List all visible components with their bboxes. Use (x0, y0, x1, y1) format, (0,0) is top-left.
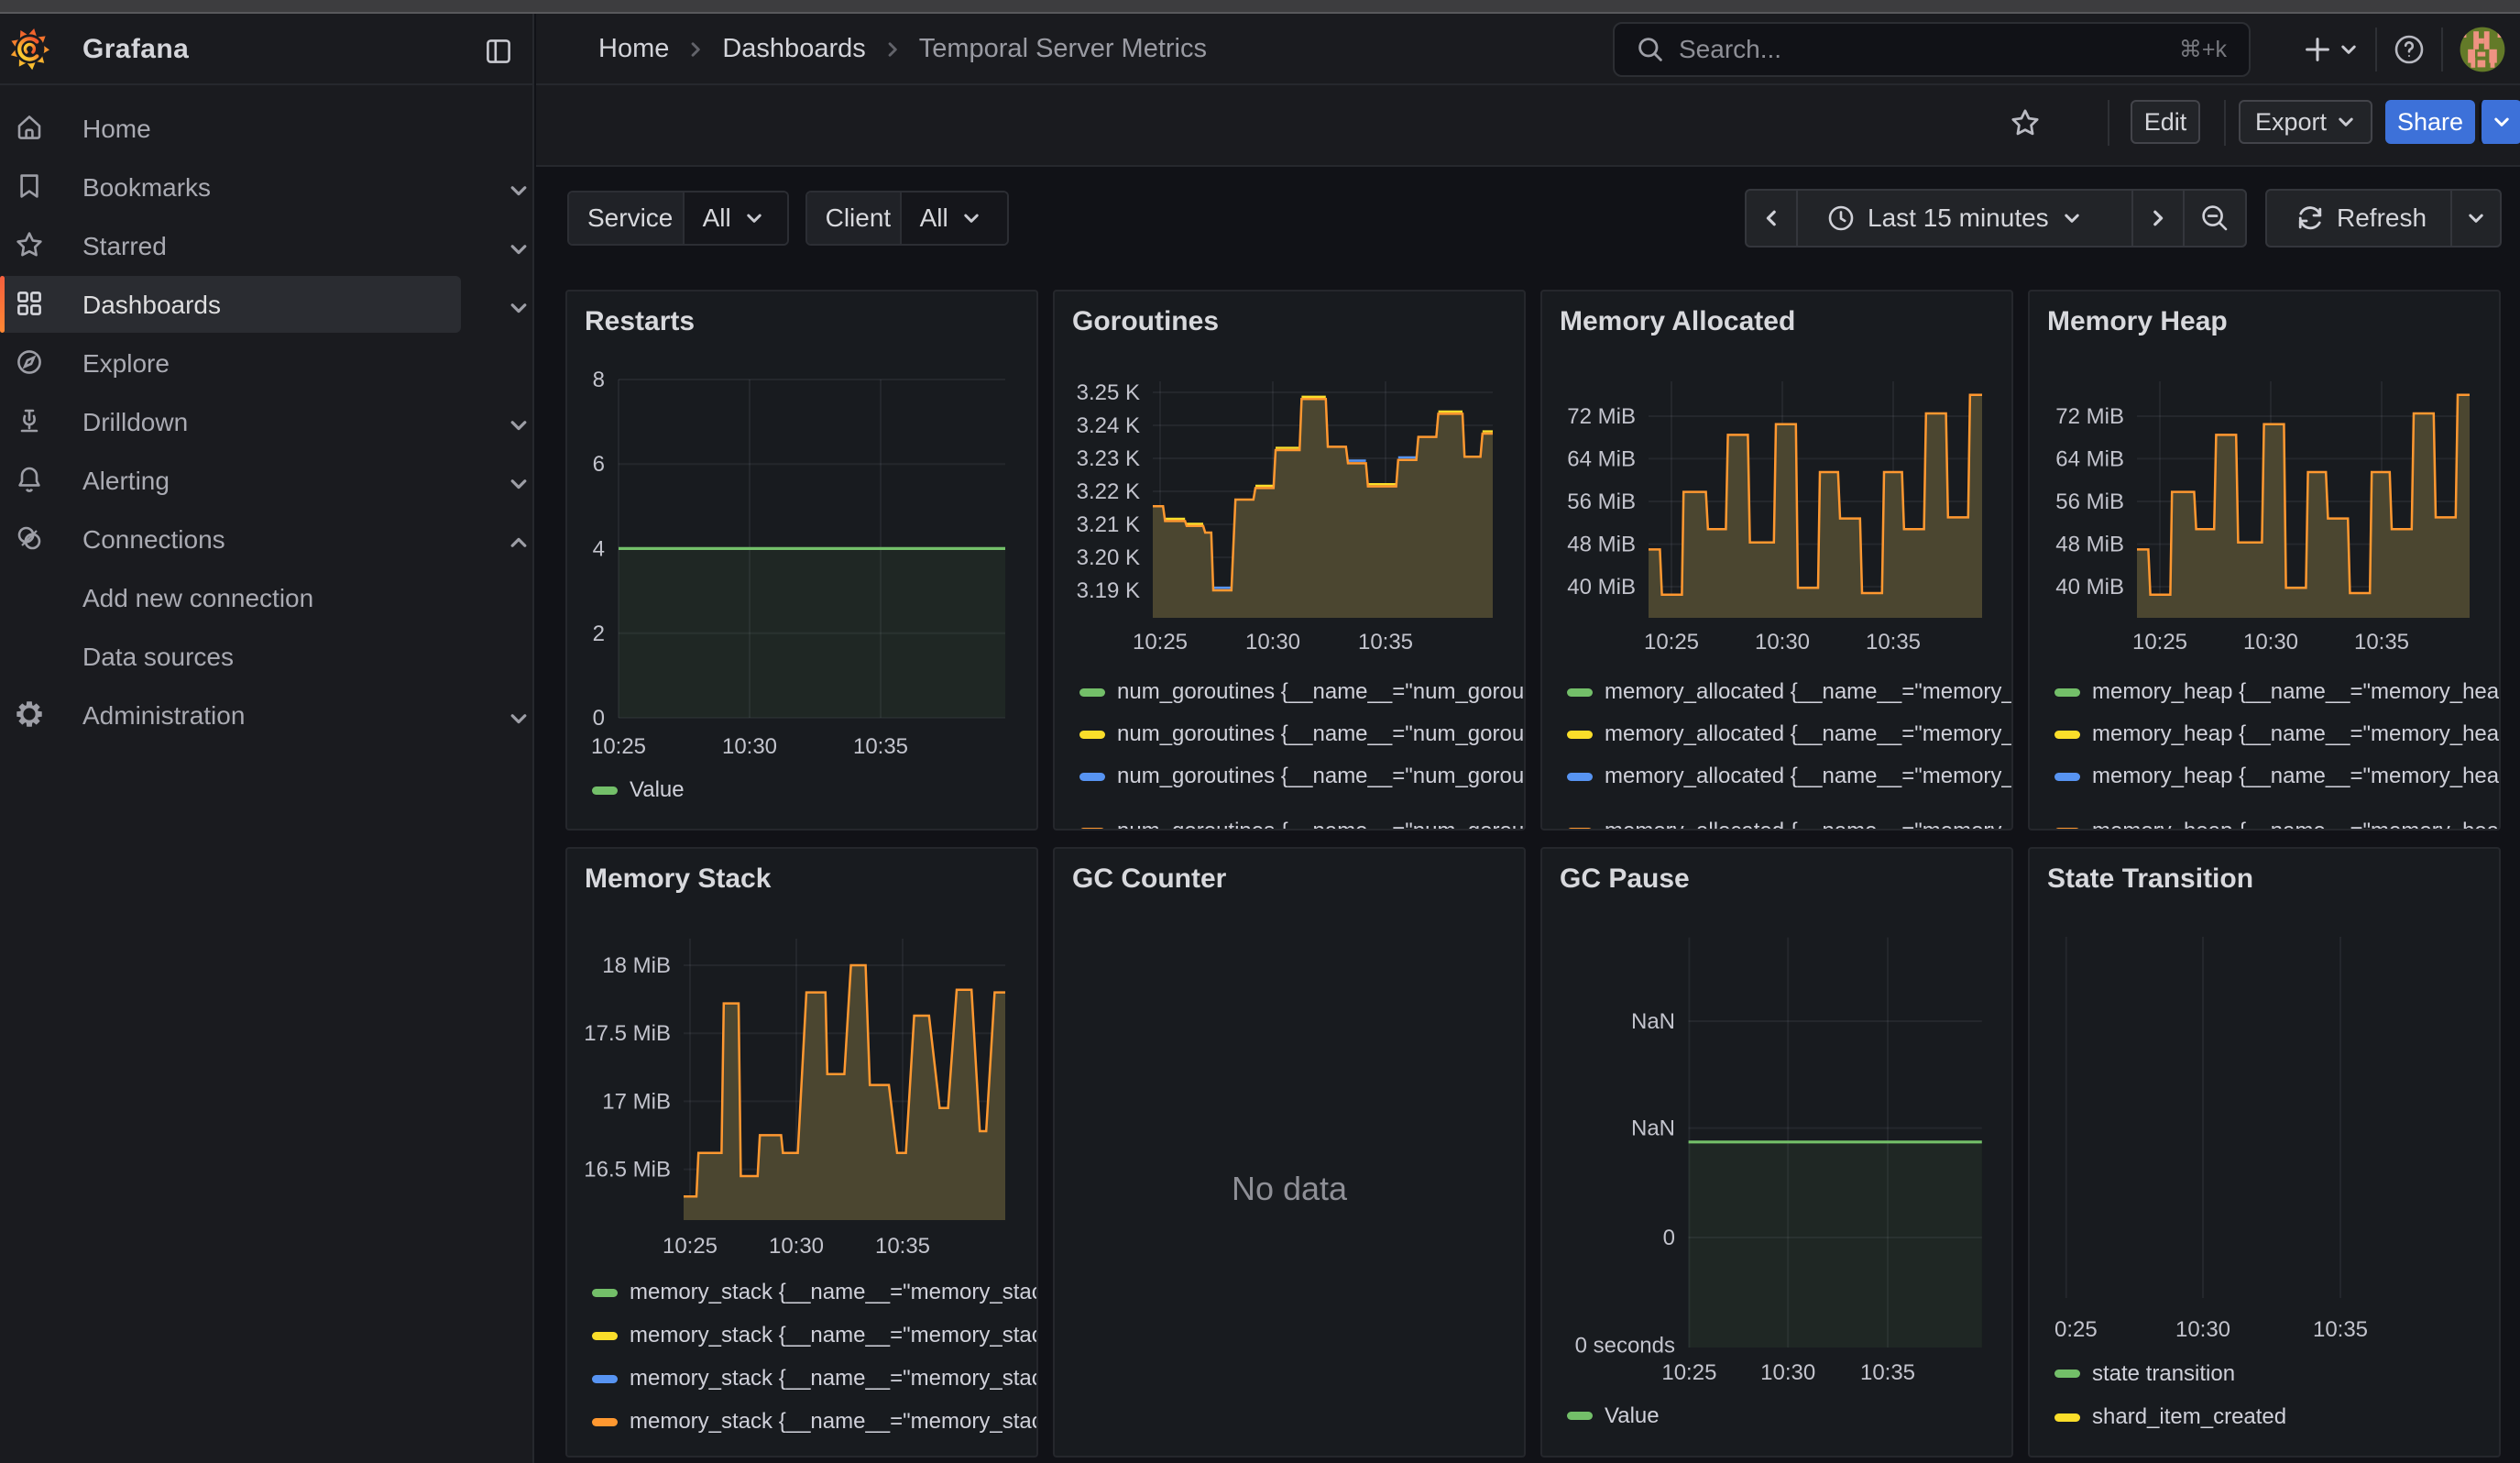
svg-text:3.25 K: 3.25 K (1077, 380, 1140, 405)
svg-text:10:30: 10:30 (1760, 1360, 1815, 1385)
svg-text:56 MiB: 56 MiB (1567, 490, 1636, 514)
svg-text:3.22 K: 3.22 K (1077, 479, 1140, 504)
svg-text:10:35: 10:35 (1860, 1360, 1915, 1385)
svg-text:56 MiB: 56 MiB (2055, 490, 2124, 514)
svg-text:16.5 MiB: 16.5 MiB (584, 1158, 671, 1182)
svg-text:10:35: 10:35 (2354, 630, 2409, 654)
svg-text:64 MiB: 64 MiB (1567, 446, 1636, 471)
svg-text:3.24 K: 3.24 K (1077, 413, 1140, 438)
svg-text:10:35: 10:35 (853, 734, 908, 759)
svg-text:10:35: 10:35 (2313, 1317, 2368, 1342)
svg-text:48 MiB: 48 MiB (1567, 533, 1636, 557)
svg-text:6: 6 (593, 452, 605, 477)
svg-text:3.21 K: 3.21 K (1077, 512, 1140, 537)
svg-text:10:35: 10:35 (875, 1234, 930, 1259)
svg-text:17.5 MiB: 17.5 MiB (584, 1021, 671, 1046)
svg-text:0:25: 0:25 (2054, 1317, 2098, 1342)
svg-text:0 seconds: 0 seconds (1575, 1334, 1675, 1358)
svg-text:8: 8 (593, 368, 605, 392)
svg-text:0: 0 (1663, 1226, 1675, 1250)
svg-text:48 MiB: 48 MiB (2055, 533, 2124, 557)
svg-text:40 MiB: 40 MiB (1567, 575, 1636, 600)
svg-text:10:30: 10:30 (2175, 1317, 2230, 1342)
svg-text:10:25: 10:25 (663, 1234, 718, 1259)
svg-text:10:35: 10:35 (1866, 630, 1921, 654)
svg-text:10:30: 10:30 (722, 734, 777, 759)
svg-text:10:30: 10:30 (2243, 630, 2298, 654)
svg-text:NaN: NaN (1631, 1116, 1675, 1141)
svg-text:NaN: NaN (1631, 1009, 1675, 1034)
svg-text:10:35: 10:35 (1358, 630, 1413, 654)
svg-text:17 MiB: 17 MiB (602, 1089, 671, 1114)
svg-text:10:30: 10:30 (1245, 630, 1300, 654)
svg-text:72 MiB: 72 MiB (2055, 404, 2124, 429)
svg-text:72 MiB: 72 MiB (1567, 404, 1636, 429)
svg-text:10:25: 10:25 (2132, 630, 2187, 654)
svg-text:0: 0 (593, 706, 605, 731)
svg-text:10:25: 10:25 (1661, 1360, 1716, 1385)
svg-text:4: 4 (593, 536, 605, 561)
svg-text:2: 2 (593, 622, 605, 646)
svg-text:64 MiB: 64 MiB (2055, 446, 2124, 471)
svg-text:10:25: 10:25 (1133, 630, 1188, 654)
svg-text:18 MiB: 18 MiB (602, 953, 671, 978)
svg-text:3.19 K: 3.19 K (1077, 578, 1140, 603)
svg-text:10:30: 10:30 (769, 1234, 824, 1259)
svg-text:10:25: 10:25 (591, 734, 646, 759)
svg-text:3.20 K: 3.20 K (1077, 545, 1140, 570)
svg-text:10:30: 10:30 (1755, 630, 1810, 654)
svg-text:40 MiB: 40 MiB (2055, 575, 2124, 600)
svg-text:3.23 K: 3.23 K (1077, 446, 1140, 471)
svg-text:10:25: 10:25 (1644, 630, 1699, 654)
